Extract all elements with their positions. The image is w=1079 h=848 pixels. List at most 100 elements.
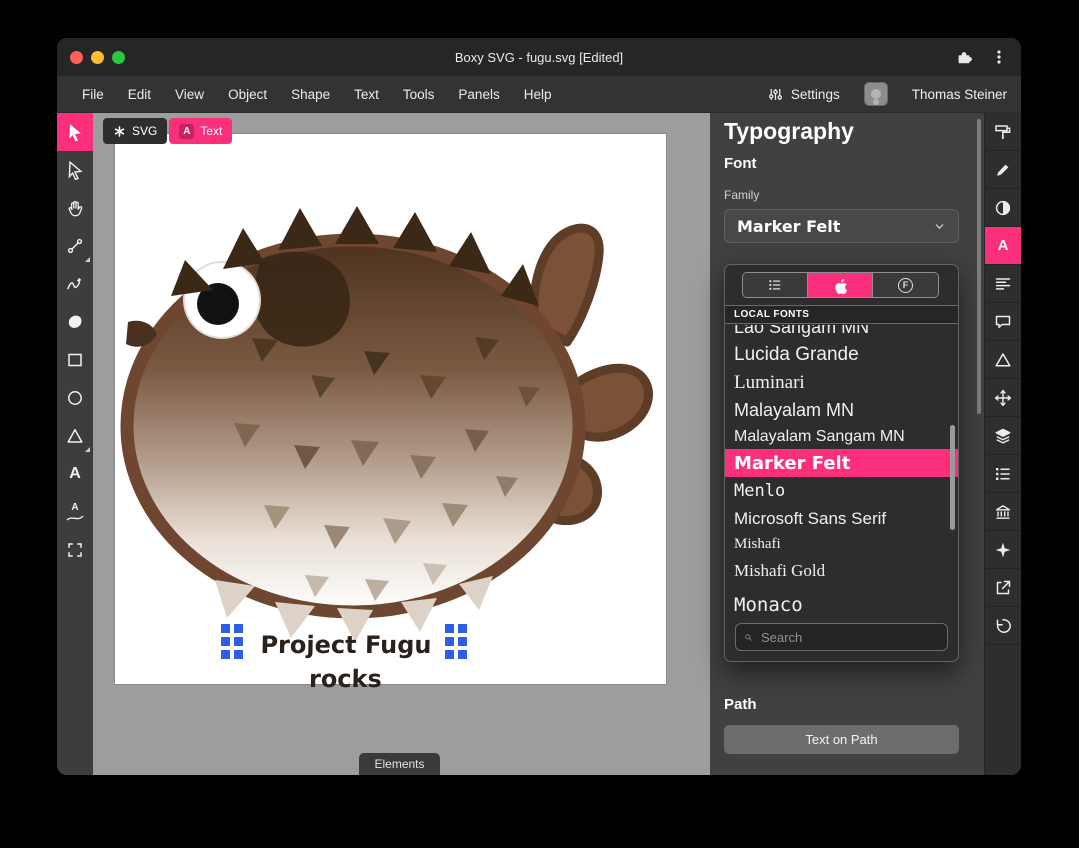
kebab-menu-icon[interactable] — [991, 48, 1007, 66]
font-section-heading: Font — [724, 155, 756, 172]
breadcrumb-text-label: Text — [200, 124, 222, 138]
path-section-heading: Path — [724, 696, 757, 713]
font-option[interactable]: Malayalam MN — [725, 397, 958, 424]
font-option[interactable]: Luminari — [725, 369, 958, 397]
boxy-asterisk-icon — [113, 125, 126, 138]
font-option-selected[interactable]: Marker Felt — [725, 449, 958, 477]
selection-handles-left[interactable] — [221, 624, 243, 659]
breadcrumb-text-chip[interactable]: A Text — [169, 118, 232, 144]
menu-panels[interactable]: Panels — [458, 87, 499, 102]
menu-tools[interactable]: Tools — [403, 87, 435, 102]
polygon-tool[interactable] — [57, 417, 93, 455]
menu-object[interactable]: Object — [228, 87, 267, 102]
comments-panel-button[interactable] — [985, 303, 1021, 341]
panel-scrollbar[interactable] — [977, 119, 981, 414]
speech-bubble-icon — [993, 312, 1013, 332]
font-option[interactable]: Monaco — [725, 585, 958, 617]
hand-tool[interactable] — [57, 189, 93, 227]
elements-panel-tab[interactable]: Elements — [359, 753, 440, 775]
left-toolbar: A A — [57, 113, 93, 775]
typography-panel: Typography Font Family Marker Felt — [710, 113, 984, 775]
paint-roller-icon — [993, 122, 1013, 142]
transform-panel-button[interactable] — [985, 379, 1021, 417]
canvas-area[interactable]: Project Fugu rocks SVG — [93, 113, 710, 775]
font-option-label: Mishafi — [734, 536, 781, 553]
direct-select-tool[interactable] — [57, 151, 93, 189]
direct-select-cursor-icon — [65, 160, 85, 180]
tab-fontshare[interactable]: F — [873, 273, 938, 297]
font-option[interactable]: Microsoft Sans Serif — [725, 505, 958, 532]
font-search-box — [735, 623, 948, 651]
breadcrumb-svg-chip[interactable]: SVG — [103, 118, 167, 144]
font-search-input[interactable] — [759, 629, 939, 646]
text-on-path-button[interactable]: Text on Path — [724, 725, 959, 754]
font-option[interactable]: Lucida Grande — [725, 341, 958, 369]
settings-button[interactable]: Settings — [767, 86, 840, 103]
tab-font-list[interactable] — [743, 273, 808, 297]
history-panel-button[interactable] — [985, 607, 1021, 645]
menu-view[interactable]: View — [175, 87, 204, 102]
artboard[interactable]: Project Fugu rocks — [115, 134, 666, 684]
library-panel-button[interactable] — [985, 493, 1021, 531]
breadcrumb-svg-label: SVG — [132, 124, 157, 138]
ellipse-tool[interactable] — [57, 379, 93, 417]
rect-tool[interactable] — [57, 341, 93, 379]
bulleted-list-icon — [993, 464, 1013, 484]
arrangement-panel-button[interactable] — [985, 417, 1021, 455]
menu-help[interactable]: Help — [524, 87, 552, 102]
layers-icon — [993, 426, 1013, 446]
tab-local-fonts[interactable] — [808, 273, 873, 297]
paint-panel-button[interactable] — [985, 113, 1021, 151]
objects-panel-button[interactable] — [985, 455, 1021, 493]
compositing-panel-button[interactable] — [985, 189, 1021, 227]
close-window-button[interactable] — [70, 51, 83, 64]
select-tool[interactable] — [57, 113, 93, 151]
blob-tool[interactable] — [57, 303, 93, 341]
fugu-illustration[interactable] — [115, 134, 666, 684]
view-tool[interactable] — [57, 531, 93, 569]
circle-icon — [65, 388, 85, 408]
canvas-text-object[interactable]: Project Fugu rocks — [233, 628, 460, 662]
brush-icon — [993, 160, 1013, 180]
menu-file[interactable]: File — [82, 87, 104, 102]
main-area: A A — [57, 113, 1021, 775]
title-bar: Boxy SVG - fugu.svg [Edited] — [57, 38, 1021, 76]
menu-shape[interactable]: Shape — [291, 87, 330, 102]
font-option[interactable]: Malayalam Sangam MN — [725, 424, 958, 449]
font-option[interactable]: Mishafi Gold — [725, 557, 958, 585]
font-option[interactable]: Menlo — [725, 477, 958, 505]
desktop: { "colors": { "accent": "#fb2f7c", "sele… — [0, 0, 1079, 848]
font-family-select[interactable]: Marker Felt — [724, 209, 959, 243]
zoom-window-button[interactable] — [112, 51, 125, 64]
font-list-scrollbar[interactable] — [950, 425, 955, 530]
app-window: Boxy SVG - fugu.svg [Edited] File Edit V… — [57, 38, 1021, 775]
family-label: Family — [724, 188, 759, 202]
text-layout-panel-button[interactable] — [985, 265, 1021, 303]
minimize-window-button[interactable] — [91, 51, 104, 64]
font-option-label: Lao Sangam MN — [734, 325, 869, 338]
points-tool[interactable] — [57, 227, 93, 265]
export-panel-button[interactable] — [985, 569, 1021, 607]
edit-points-icon — [65, 236, 85, 256]
text-tool[interactable]: A — [57, 455, 93, 493]
user-avatar[interactable] — [864, 82, 888, 106]
triangle-icon — [65, 426, 85, 446]
undo-arrow-icon — [993, 616, 1013, 636]
text-path-tool[interactable]: A — [57, 493, 93, 531]
menu-text[interactable]: Text — [354, 87, 379, 102]
right-toolbar: A — [984, 113, 1021, 775]
font-option-label: Malayalam MN — [734, 400, 854, 421]
path-curve-icon — [66, 514, 84, 522]
font-option[interactable]: Mishafi — [725, 532, 958, 557]
plugins-panel-button[interactable] — [985, 531, 1021, 569]
pencil-tool[interactable] — [57, 265, 93, 303]
font-option[interactable]: Lao Sangam MN — [725, 325, 958, 341]
menu-edit[interactable]: Edit — [128, 87, 151, 102]
hand-icon — [65, 198, 85, 218]
traffic-lights — [70, 51, 125, 64]
brush-panel-button[interactable] — [985, 151, 1021, 189]
geometry-panel-button[interactable] — [985, 341, 1021, 379]
typography-panel-button[interactable]: A — [985, 227, 1021, 265]
extensions-icon[interactable] — [955, 48, 973, 66]
selection-handles-right[interactable] — [445, 624, 467, 659]
